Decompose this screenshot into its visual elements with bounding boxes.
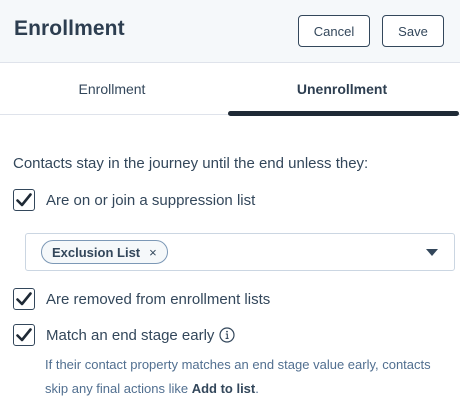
tab-enrollment[interactable]: Enrollment bbox=[0, 63, 224, 115]
tab-unenrollment[interactable]: Unenrollment bbox=[230, 63, 454, 115]
info-icon[interactable] bbox=[219, 327, 236, 343]
helper-text-end: . bbox=[255, 381, 259, 396]
end-stage-label: Match an end stage early bbox=[46, 326, 215, 344]
removed-from-lists-checkbox[interactable] bbox=[13, 288, 35, 310]
condition-end-stage: Match an end stage early bbox=[13, 324, 236, 346]
selected-list-tag: Exclusion List × bbox=[41, 240, 168, 264]
suppression-list-select[interactable]: Exclusion List × bbox=[25, 233, 455, 271]
save-button[interactable]: Save bbox=[382, 15, 444, 47]
suppression-list-label: Are on or join a suppression list bbox=[46, 191, 256, 209]
tag-label: Exclusion List bbox=[52, 244, 141, 260]
condition-removed-from-lists: Are removed from enrollment lists bbox=[13, 288, 270, 310]
end-stage-checkbox[interactable] bbox=[13, 324, 35, 346]
intro-text: Contacts stay in the journey until the e… bbox=[13, 155, 369, 172]
cancel-button[interactable]: Cancel bbox=[298, 15, 370, 47]
remove-tag-icon[interactable]: × bbox=[149, 246, 157, 259]
check-icon bbox=[16, 328, 32, 342]
condition-suppression-list: Are on or join a suppression list bbox=[13, 189, 255, 211]
check-icon bbox=[16, 292, 32, 306]
check-icon bbox=[16, 193, 32, 207]
active-tab-indicator bbox=[228, 111, 459, 116]
removed-from-lists-label: Are removed from enrollment lists bbox=[46, 290, 271, 308]
suppression-list-checkbox[interactable] bbox=[13, 189, 35, 211]
tab-bar: Enrollment Unenrollment bbox=[0, 63, 460, 116]
end-stage-helper-text: If their contact property matches an end… bbox=[45, 353, 445, 401]
helper-bold-text: Add to list bbox=[191, 381, 256, 396]
panel-title: Enrollment bbox=[14, 17, 125, 40]
caret-down-icon[interactable] bbox=[426, 249, 438, 256]
panel-header: Enrollment Cancel Save bbox=[0, 0, 460, 63]
